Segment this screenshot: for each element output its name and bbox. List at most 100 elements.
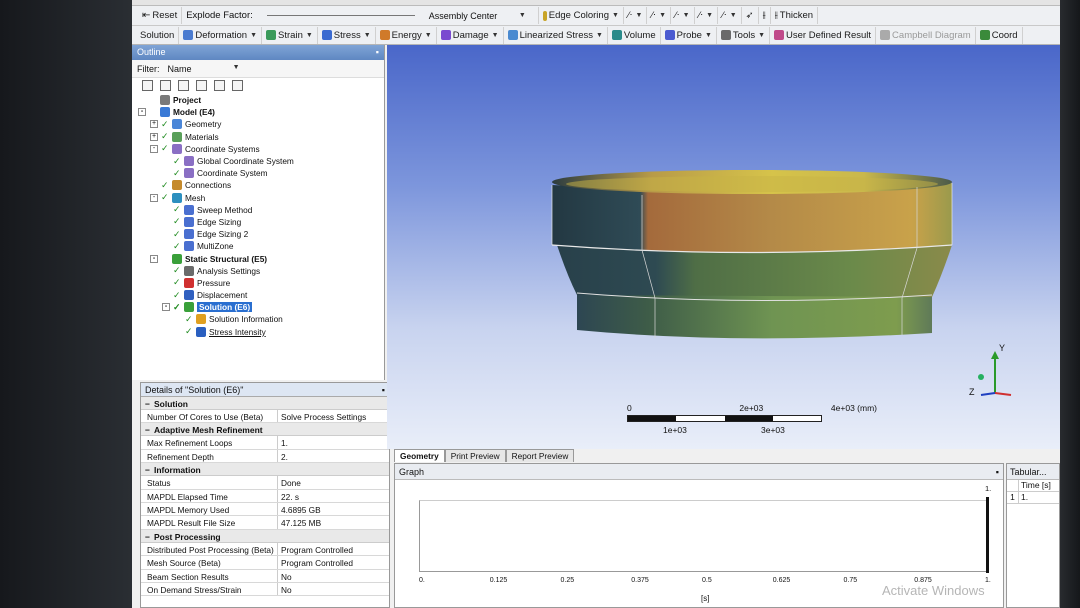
details-row[interactable]: On Demand Stress/Strain No (141, 582, 389, 597)
property-value[interactable]: 47.125 MB (278, 516, 389, 528)
filter-icon[interactable] (214, 80, 225, 91)
tree-node[interactable]: - Model (E4) (138, 106, 384, 118)
details-row[interactable]: Max Refinement Loops 1. (141, 436, 389, 450)
toolbar-strain-button[interactable]: Strain ▼ (262, 26, 318, 44)
tree-node[interactable]: ✓ Stress Intensity (138, 326, 384, 338)
collapse-icon[interactable]: - (150, 254, 158, 263)
details-group-header[interactable]: − Information (141, 463, 389, 477)
tree-node[interactable]: ✓ Displacement (138, 289, 384, 301)
tree-node[interactable]: ✓ Edge Sizing (138, 216, 384, 228)
tabular-row[interactable]: 1 1. (1007, 492, 1059, 504)
property-value[interactable]: 1. (278, 436, 389, 448)
tab-report-preview[interactable]: Report Preview (505, 449, 575, 462)
details-row[interactable]: MAPDL Elapsed Time 22. s (141, 489, 389, 503)
axis-triad[interactable]: Y Z (967, 343, 1027, 405)
details-row[interactable]: Status Done (141, 476, 389, 490)
flag-icon[interactable] (178, 80, 189, 91)
toolbar-campbell-diagram-button[interactable]: Campbell Diagram (876, 26, 976, 44)
toolbar-coord-button[interactable]: Coord (976, 26, 1023, 44)
pin-icon[interactable]: ▪ (376, 47, 379, 58)
expand-icon[interactable] (196, 80, 207, 91)
3d-viewport[interactable]: 0 2e+03 4e+03 (mm) 1e+03 3e+03 Y Z (387, 45, 1060, 449)
property-value[interactable]: Done (278, 476, 389, 488)
tree-node[interactable]: ✓ Analysis Settings (138, 265, 384, 277)
graph-plot-area[interactable] (419, 497, 989, 573)
tree-node[interactable]: + ✓ Geometry (138, 118, 384, 130)
edge-display-button-2[interactable]: ⁄⋅ ▼ (647, 7, 672, 24)
tree-node[interactable]: ✓ MultiZone (138, 240, 384, 252)
thicken-button[interactable]: ⫲ Thicken (771, 7, 819, 24)
edge-display-button-4[interactable]: ⁄⋅ ▼ (695, 7, 719, 24)
property-value[interactable]: Solve Process Settings (278, 410, 389, 422)
tree-node[interactable]: ✓ Edge Sizing 2 (138, 228, 384, 240)
details-row[interactable]: Mesh Source (Beta) Program Controlled (141, 556, 389, 570)
collapse-icon[interactable]: − (145, 399, 150, 409)
tree-node[interactable]: ✓ Connections (138, 179, 384, 191)
tree-node[interactable]: ✓ Sweep Method (138, 204, 384, 216)
toolbar-linearized-stress-button[interactable]: Linearized Stress ▼ (504, 26, 608, 44)
filter-dropdown[interactable]: Name ▼ (168, 64, 240, 74)
tree-node[interactable]: ✓ Pressure (138, 277, 384, 289)
sort-icon[interactable] (232, 80, 243, 91)
explode-factor-slider[interactable] (261, 9, 421, 22)
x-tick-label: 0.75 (843, 577, 858, 584)
toolbar-volume-button[interactable]: Volume (608, 26, 661, 44)
property-value[interactable]: No (278, 583, 389, 595)
tree-node[interactable]: - ✓ Mesh (138, 192, 384, 204)
property-value[interactable]: Program Controlled (278, 556, 389, 568)
tree-node[interactable]: - ✓ Solution (E6) (138, 301, 384, 313)
tree-node[interactable]: - Static Structural (E5) (138, 252, 384, 264)
edge-display-button-5[interactable]: ⁄⋅ ▼ (718, 7, 742, 24)
tree-node[interactable]: - ✓ Coordinate Systems (138, 143, 384, 155)
toolbar-damage-button[interactable]: Damage ▼ (437, 26, 504, 44)
tree-node[interactable]: + ✓ Materials (138, 131, 384, 143)
details-row[interactable]: Number Of Cores to Use (Beta) Solve Proce… (141, 410, 389, 424)
edge-display-button-1[interactable]: ⁄⋅ ▼ (624, 7, 648, 24)
pin-icon[interactable]: ▪ (382, 385, 385, 395)
tree-node[interactable]: Project (138, 94, 384, 106)
property-value[interactable]: No (278, 570, 389, 582)
details-row[interactable]: Refinement Depth 2. (141, 449, 389, 464)
expand-icon[interactable]: + (150, 120, 158, 129)
property-value[interactable]: 22. s (278, 490, 389, 502)
property-value[interactable]: 2. (278, 450, 389, 462)
collapse-icon[interactable]: − (145, 532, 150, 542)
assembly-center-dropdown[interactable]: Assembly Center ▼ (425, 9, 530, 23)
toolbar-user-defined-result-button[interactable]: User Defined Result (770, 26, 877, 44)
expand-all-icon[interactable] (142, 80, 153, 91)
toolbar-stress-button[interactable]: Stress ▼ (318, 26, 376, 44)
collapse-icon[interactable]: - (138, 108, 146, 117)
tree-node[interactable]: ✓ Coordinate System (138, 167, 384, 179)
edge-display-button-3[interactable]: ⁄⋅ ▼ (671, 7, 695, 24)
expand-icon[interactable]: + (150, 132, 158, 141)
collapse-icon[interactable]: - (150, 193, 158, 202)
details-group-header[interactable]: − Solution (141, 397, 389, 410)
details-row[interactable]: MAPDL Memory Used 4.6895 GB (141, 502, 389, 517)
edge-coloring-dropdown[interactable]: Edge Coloring ▼ (537, 7, 624, 24)
toolbar-deformation-button[interactable]: Deformation ▼ (179, 26, 263, 44)
collapse-icon[interactable]: − (145, 425, 150, 435)
tab-print-preview[interactable]: Print Preview (444, 449, 506, 462)
details-group-header[interactable]: − Post Processing (141, 529, 389, 543)
thin-button[interactable]: ⫲ (759, 7, 771, 24)
collapse-icon[interactable] (160, 80, 171, 91)
toolbar-energy-button[interactable]: Energy ▼ (376, 26, 437, 44)
pin-icon[interactable]: ▪ (996, 467, 999, 477)
details-row[interactable]: MAPDL Result File Size 47.125 MB (141, 516, 389, 530)
property-value[interactable]: Program Controlled (278, 543, 389, 555)
details-row[interactable]: Beam Section Results No (141, 569, 389, 583)
tree-node[interactable]: ✓ Global Coordinate System (138, 155, 384, 167)
collapse-icon[interactable]: - (162, 303, 170, 312)
details-group-header[interactable]: − Adaptive Mesh Refinement (141, 423, 389, 437)
toolbar-solution-button[interactable]: Solution (136, 26, 180, 44)
toolbar-probe-button[interactable]: Probe ▼ (661, 26, 717, 44)
collapse-icon[interactable]: - (150, 144, 158, 153)
tree-node[interactable]: ✓ Solution Information (138, 313, 384, 325)
pin-button[interactable]: ➶ (742, 7, 759, 24)
toolbar-tools-button[interactable]: Tools ▼ (717, 26, 771, 44)
collapse-icon[interactable]: − (145, 465, 150, 475)
tab-geometry[interactable]: Geometry (394, 449, 445, 462)
details-row[interactable]: Distributed Post Processing (Beta) Progra… (141, 542, 389, 557)
reset-button[interactable]: ⇤ Reset (138, 7, 183, 24)
property-value[interactable]: 4.6895 GB (278, 503, 389, 515)
